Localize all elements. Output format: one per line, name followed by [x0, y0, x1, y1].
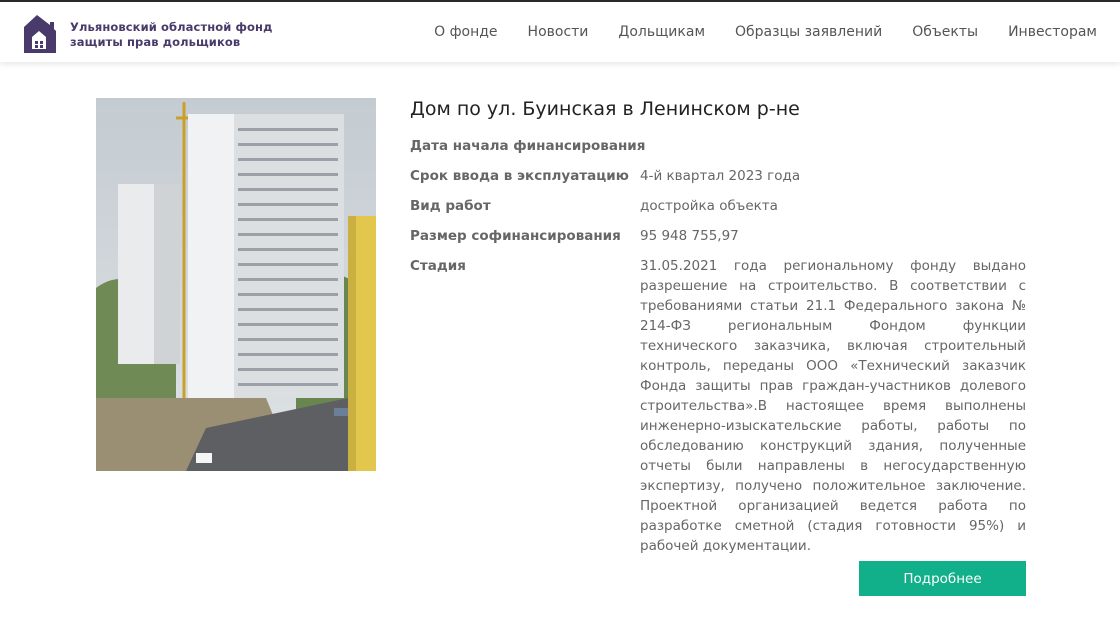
logo-line-2: защиты прав дольщиков: [70, 35, 241, 49]
value-cofinancing-amount: 95 948 755,97: [640, 228, 739, 244]
value-commissioning-date: 4-й квартал 2023 года: [640, 168, 801, 184]
nav-link-shareholders[interactable]: Дольщикам: [618, 24, 705, 40]
label-work-type: Вид работ: [410, 198, 491, 214]
label-financing-start: Дата начала финансирования: [410, 138, 646, 154]
label-cofinancing-amount: Размер софинансирования: [410, 228, 621, 244]
logo-line-1: Ульяновский областной фонд: [70, 20, 273, 34]
object-title: Дом по ул. Буинская в Ленинском р-не: [410, 98, 800, 120]
value-financing-start: -: [640, 138, 645, 154]
nav-link-about[interactable]: О фонде: [434, 24, 497, 40]
logo-house-icon[interactable]: [20, 11, 58, 55]
nav-link-investors[interactable]: Инвесторам: [1008, 24, 1097, 40]
nav-link-news[interactable]: Новости: [528, 24, 589, 40]
logo-text[interactable]: Ульяновский областной фонд защиты прав д…: [70, 20, 272, 50]
object-photo: [96, 98, 376, 471]
label-stage: Стадия: [410, 258, 466, 274]
nav-link-objects[interactable]: Объекты: [912, 24, 978, 40]
main-nav: О фонде Новости Дольщикам Образцы заявле…: [434, 2, 1097, 62]
site-header: Ульяновский областной фонд защиты прав д…: [0, 2, 1120, 62]
value-stage: 31.05.2021 года региональному фонду выда…: [640, 258, 1026, 554]
label-commissioning-date: Срок ввода в эксплуатацию: [410, 168, 629, 184]
value-work-type: достройка объекта: [640, 198, 778, 214]
nav-link-templates[interactable]: Образцы заявлений: [735, 24, 882, 40]
details-button[interactable]: Подробнее: [859, 561, 1026, 596]
